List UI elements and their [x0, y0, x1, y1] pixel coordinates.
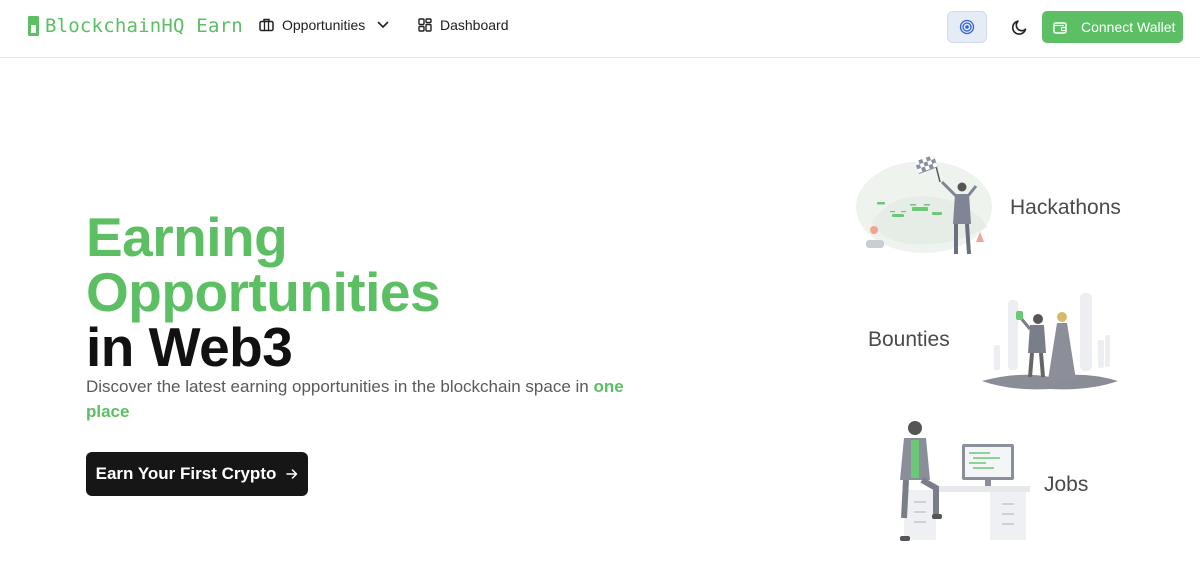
connect-wallet-label: Connect Wallet [1081, 19, 1176, 35]
nav-opportunities-label: Opportunities [282, 17, 366, 33]
nav-dashboard-label: Dashboard [440, 17, 509, 33]
hero-title-line3: in Web3 [86, 316, 293, 378]
nav-opportunities-dropdown[interactable]: Opportunities [259, 17, 389, 33]
earn-first-crypto-button[interactable]: Earn Your First Crypto [86, 452, 308, 496]
connect-wallet-button[interactable]: Connect Wallet [1042, 11, 1183, 43]
logo-text: BlockchainHQ Earn [45, 15, 243, 37]
logo-mark-icon [28, 16, 39, 36]
hero-subtitle: Discover the latest earning opportunitie… [86, 374, 626, 424]
logo[interactable]: BlockchainHQ Earn [28, 15, 243, 37]
hero-title-line2: Opportunities [86, 261, 441, 323]
hackathons-illustration [856, 154, 992, 255]
category-label-hackathons: Hackathons [1010, 196, 1121, 219]
target-icon [959, 19, 975, 35]
category-label-jobs: Jobs [1044, 473, 1089, 496]
jobs-illustration [900, 421, 1030, 541]
wallet-icon [1053, 21, 1067, 34]
nav-dashboard-link[interactable]: Dashboard [418, 17, 509, 33]
grid-icon [418, 18, 432, 32]
arrow-right-icon [286, 469, 298, 479]
top-navbar: BlockchainHQ Earn Opportunities Dashboar… [0, 0, 1200, 58]
theme-toggle-button[interactable] [1003, 11, 1035, 43]
chevron-down-icon [377, 21, 389, 28]
briefcase-icon [259, 18, 274, 32]
hero-subtitle-text: Discover the latest earning opportunitie… [86, 377, 594, 396]
hero-title: Earning Opportunities in Web3 [86, 206, 441, 378]
network-selector-button[interactable] [947, 11, 987, 43]
hero-title-line1: Earning [86, 206, 288, 268]
bounties-illustration [982, 293, 1118, 390]
category-label-bounties: Bounties [868, 328, 950, 351]
moon-icon [1011, 19, 1026, 35]
cta-label: Earn Your First Crypto [95, 464, 277, 483]
